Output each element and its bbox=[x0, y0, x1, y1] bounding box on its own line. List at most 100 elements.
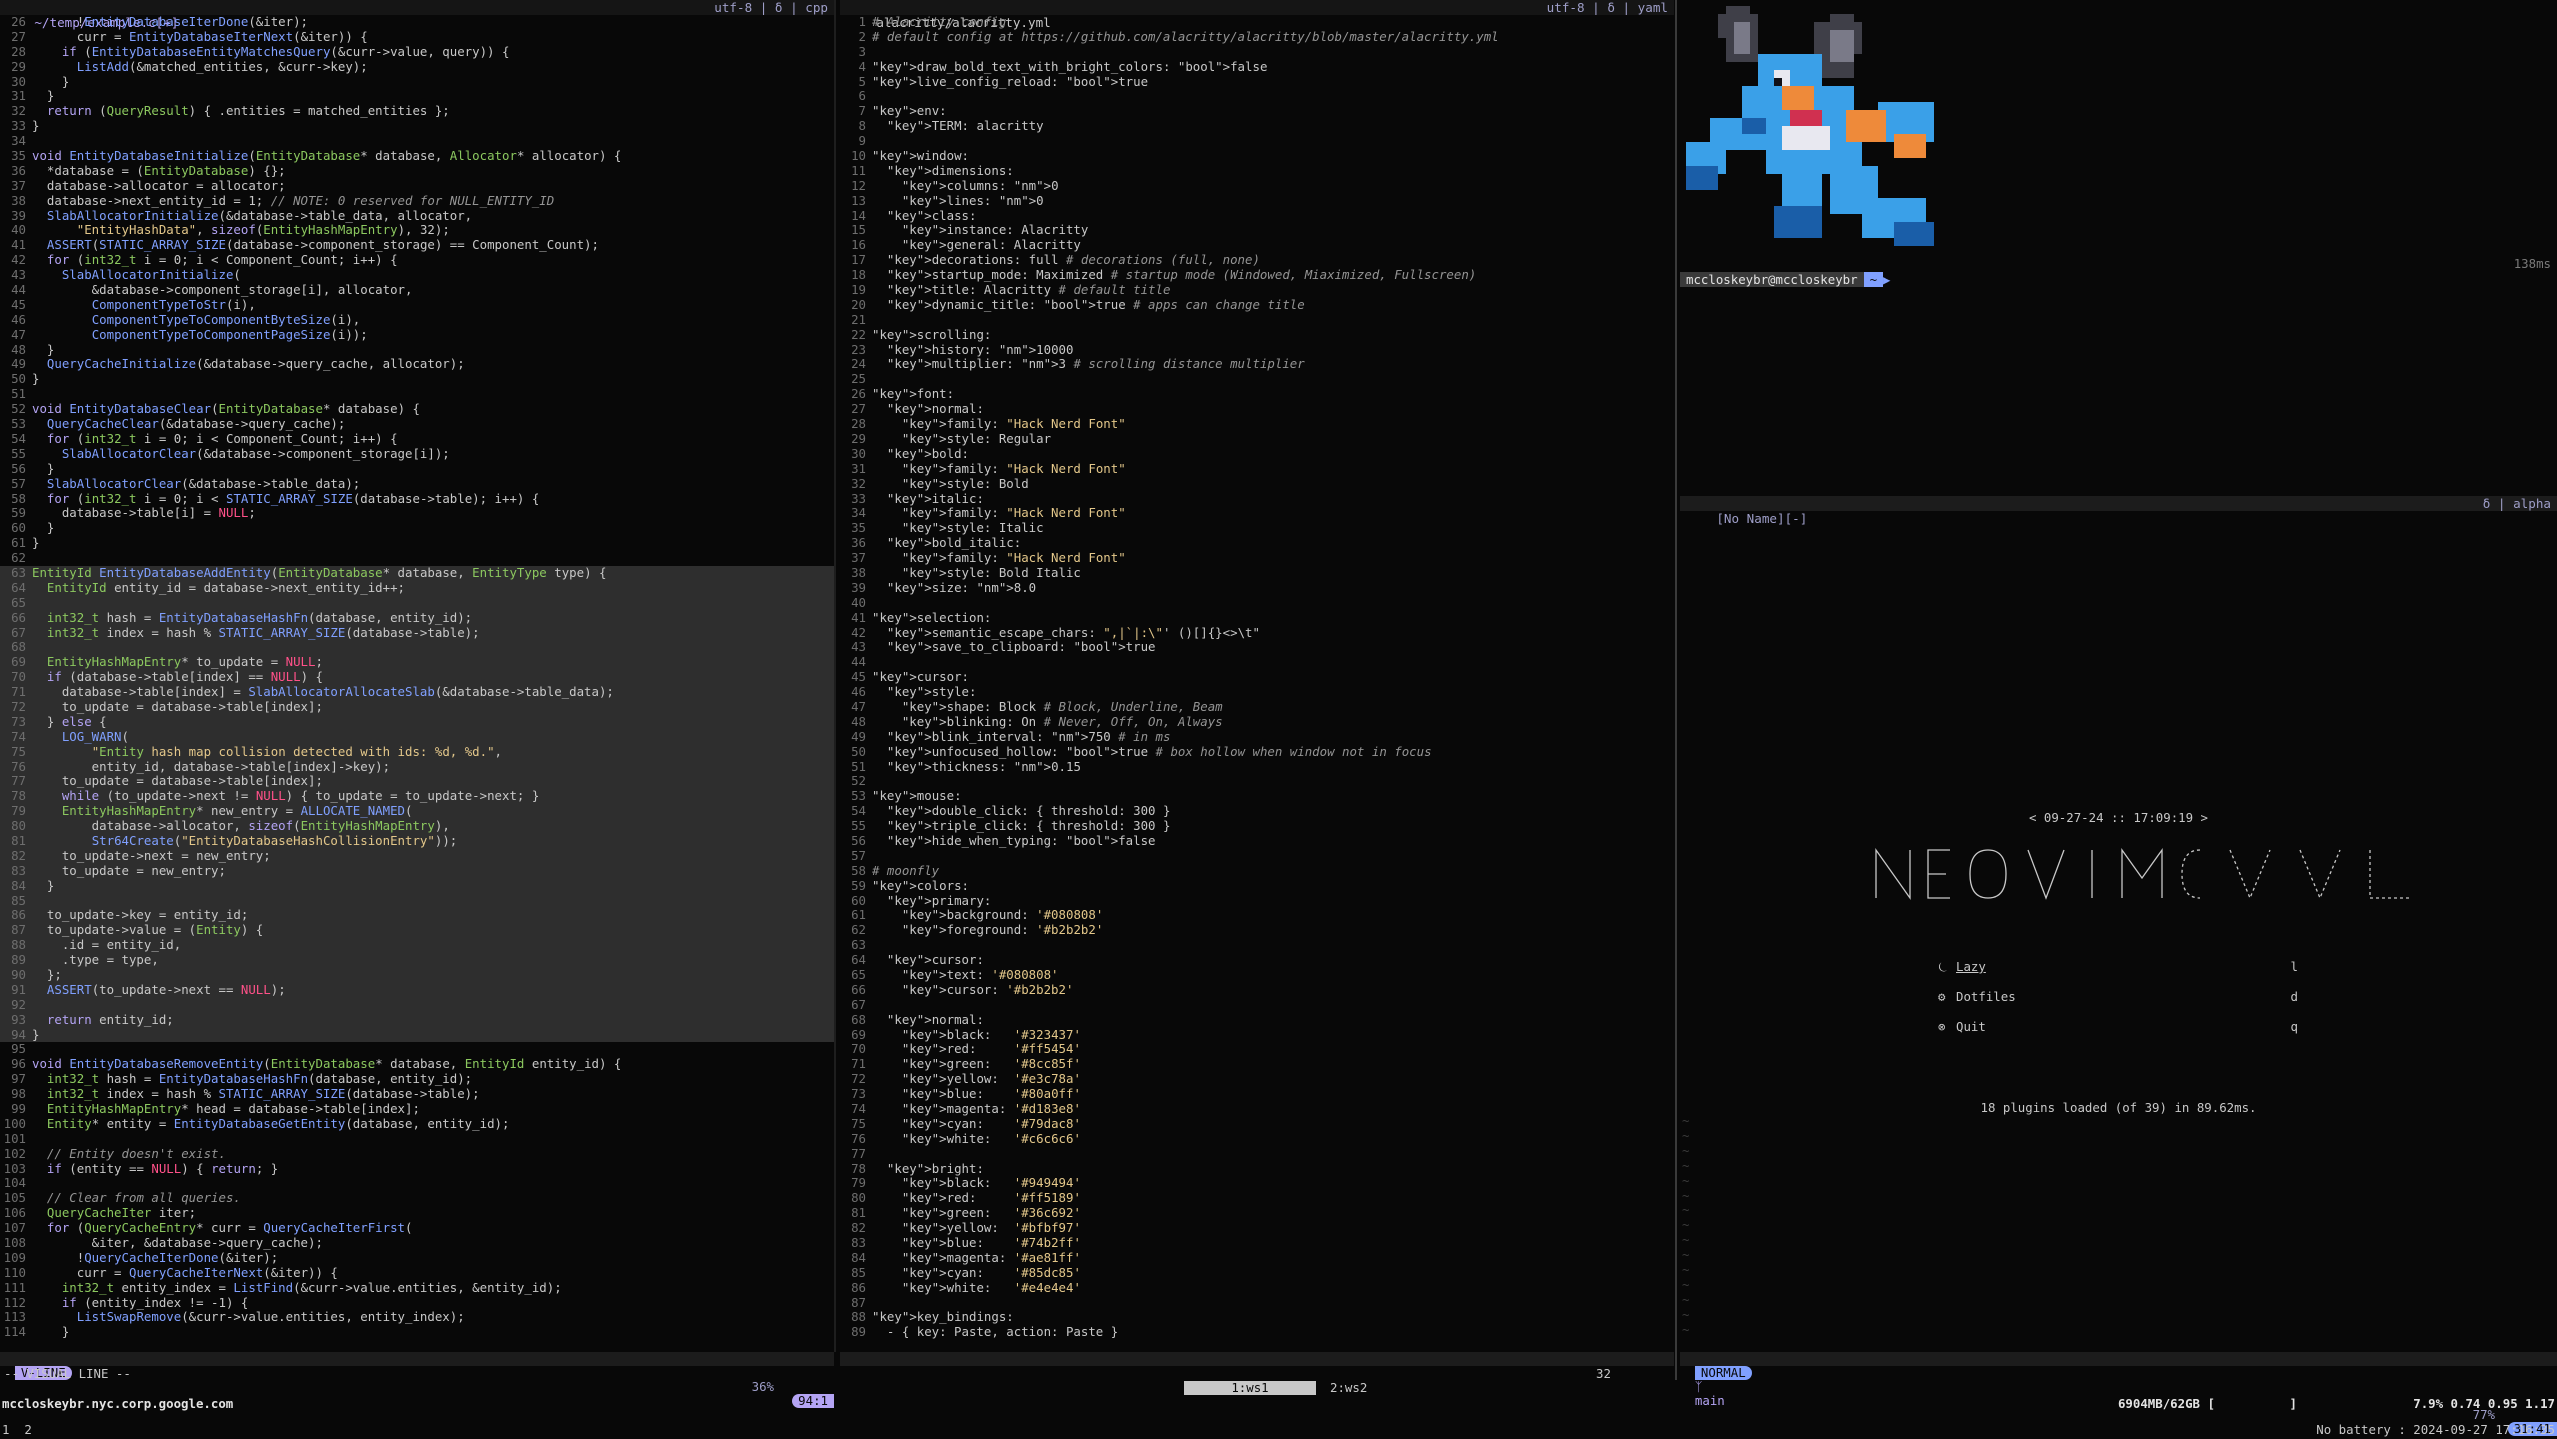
code-line[interactable]: 49 "key">blink_interval: "nm">750 # in m… bbox=[840, 729, 1674, 745]
code-line[interactable]: 112 if (entity_index != -1) { bbox=[0, 1295, 834, 1311]
code-line[interactable]: 44 &database->component_storage[i], allo… bbox=[0, 282, 834, 298]
code-line[interactable]: 58 for (int32_t i = 0; i < STATIC_ARRAY_… bbox=[0, 491, 834, 507]
code-line[interactable]: 48 } bbox=[0, 342, 834, 358]
code-line[interactable]: 52 bbox=[840, 774, 1674, 789]
code-line[interactable]: 69 EntityHashMapEntry* to_update = NULL; bbox=[0, 654, 834, 671]
code-line[interactable]: 28 if (EntityDatabaseEntityMatchesQuery(… bbox=[0, 44, 834, 60]
tag-list[interactable]: 1 2 bbox=[2, 1422, 32, 1437]
code-line[interactable]: 8 "key">TERM: alacritty bbox=[840, 118, 1674, 134]
code-line[interactable]: 70 "key">red: '#ff5454' bbox=[840, 1042, 1674, 1057]
code-line[interactable]: 93 return entity_id; bbox=[0, 1012, 834, 1028]
code-line[interactable]: 67 bbox=[840, 997, 1674, 1013]
code-line[interactable]: 80 "key">red: '#ff5189' bbox=[840, 1190, 1674, 1206]
code-line[interactable]: 59 database->table[i] = NULL; bbox=[0, 505, 834, 521]
code-line[interactable]: 5 "key">live_config_reload: "bool">true bbox=[840, 74, 1674, 90]
code-line[interactable]: 82 "key">yellow: '#bfbf97' bbox=[840, 1220, 1674, 1236]
code-line[interactable]: 82 to_update->next = new_entry; bbox=[0, 848, 834, 864]
code-line[interactable]: 25 bbox=[840, 371, 1674, 387]
code-line[interactable]: 35 void EntityDatabaseInitialize(EntityDa… bbox=[0, 148, 834, 164]
code-line[interactable]: 72 to_update = database->table[index]; bbox=[0, 699, 834, 715]
code-line[interactable]: 1 # Alacritty config bbox=[840, 14, 1674, 30]
code-line[interactable]: 102 // Entity doesn't exist. bbox=[0, 1146, 834, 1162]
code-line[interactable]: 83 "key">blue: '#74b2ff' bbox=[840, 1235, 1674, 1251]
terminal-pane[interactable]: 138ms mccloskeybr@mccloskeybr ~ ▶ bbox=[1680, 0, 2557, 490]
code-line[interactable]: 104 bbox=[0, 1176, 834, 1191]
code-line[interactable]: 26 "key">font: bbox=[840, 386, 1674, 402]
code-line[interactable]: 15 "key">instance: Alacritty bbox=[840, 223, 1674, 238]
code-line[interactable]: 4 "key">draw_bold_text_with_bright_colors… bbox=[840, 59, 1674, 75]
code-line[interactable]: 46 "key">style: bbox=[840, 684, 1674, 700]
code-line[interactable]: 12 "key">columns: "nm">0 bbox=[840, 178, 1674, 194]
code-line[interactable]: 55 SlabAllocatorClear(&database->compone… bbox=[0, 446, 834, 462]
code-line[interactable]: 3 bbox=[840, 44, 1674, 60]
code-line[interactable]: 60 "key">primary: bbox=[840, 893, 1674, 909]
code-line[interactable]: 41 ASSERT(STATIC_ARRAY_SIZE(database->co… bbox=[0, 237, 834, 253]
code-line[interactable]: 14 "key">class: bbox=[840, 208, 1674, 224]
code-line[interactable]: 38 "key">style: Bold Italic bbox=[840, 565, 1674, 581]
code-line[interactable]: 2 # default config at https://github.com/… bbox=[840, 29, 1674, 45]
code-line[interactable]: 72 "key">yellow: '#e3c78a' bbox=[840, 1071, 1674, 1087]
code-line[interactable]: 18 "key">startup_mode: Maximized # start… bbox=[840, 267, 1674, 283]
code-line[interactable]: 10 "key">window: bbox=[840, 148, 1674, 164]
code-line[interactable]: 7 "key">env: bbox=[840, 103, 1674, 119]
code-line[interactable]: 95 bbox=[0, 1042, 834, 1057]
dashboard-item-dotfiles[interactable]: ⚙ Dotfiles d bbox=[1938, 990, 2298, 1020]
code-line[interactable]: 30 "key">bold: bbox=[840, 446, 1674, 462]
code-line[interactable]: 28 "key">family: "Hack Nerd Font" bbox=[840, 416, 1674, 432]
code-line[interactable]: 107 for (QueryCacheEntry* curr = QueryCa… bbox=[0, 1220, 834, 1236]
code-line[interactable]: 37 database->allocator = allocator; bbox=[0, 178, 834, 194]
code-line[interactable]: 87 bbox=[840, 1295, 1674, 1311]
code-line[interactable]: 17 "key">decorations: full # decorations… bbox=[840, 252, 1674, 268]
code-line[interactable]: 67 int32_t index = hash % STATIC_ARRAY_S… bbox=[0, 625, 834, 641]
code-line[interactable]: 57 SlabAllocatorClear(&database->table_d… bbox=[0, 476, 834, 492]
code-line[interactable]: 84 "key">magenta: '#ae81ff' bbox=[840, 1250, 1674, 1266]
code-line[interactable]: 29 ListAdd(&matched_entities, &curr->key… bbox=[0, 59, 834, 75]
code-line[interactable]: 48 "key">blinking: On # Never, Off, On, … bbox=[840, 714, 1674, 730]
code-line[interactable]: 56 "key">hide_when_typing: "bool">false bbox=[840, 833, 1674, 849]
code-line[interactable]: 54 "key">double_click: { threshold: 300 … bbox=[840, 803, 1674, 819]
code-line[interactable]: 30 } bbox=[0, 74, 834, 90]
code-line[interactable]: 16 "key">general: Alacritty bbox=[840, 237, 1674, 253]
yaml-editor-pane[interactable]: alacritty/alacritty.yml utf-8 | δ | yaml… bbox=[840, 0, 1674, 1352]
code-line[interactable]: 35 "key">style: Italic bbox=[840, 520, 1674, 536]
code-line[interactable]: 81 Str64Create("EntityDatabaseHashCollis… bbox=[0, 833, 834, 849]
code-line[interactable]: 111 int32_t entity_index = ListFind(&cur… bbox=[0, 1280, 834, 1296]
code-line[interactable]: 61 "key">background: '#080808' bbox=[840, 907, 1674, 923]
code-line[interactable]: 43 "key">save_to_clipboard: "bool">true bbox=[840, 639, 1674, 655]
code-line[interactable]: 114 } bbox=[0, 1324, 834, 1340]
code-line[interactable]: 76 entity_id, database->table[index]->ke… bbox=[0, 759, 834, 775]
code-line[interactable]: 81 "key">green: '#36c692' bbox=[840, 1205, 1674, 1221]
code-line[interactable]: 89 .type = type, bbox=[0, 952, 834, 968]
code-line[interactable]: 46 ComponentTypeToComponentByteSize(i), bbox=[0, 312, 834, 328]
code-line[interactable]: 40 bbox=[840, 595, 1674, 611]
code-line[interactable]: 32 return (QueryResult) { .entities = ma… bbox=[0, 103, 834, 119]
code-line[interactable]: 100 Entity* entity = EntityDatabaseGetEn… bbox=[0, 1116, 834, 1132]
code-line[interactable]: 94} bbox=[0, 1027, 834, 1043]
code-line[interactable]: 108 &iter, &database->query_cache); bbox=[0, 1235, 834, 1251]
code-line[interactable]: 66 int32_t hash = EntityDatabaseHashFn(d… bbox=[0, 610, 834, 626]
code-line[interactable]: 69 "key">black: '#323437' bbox=[840, 1027, 1674, 1043]
code-line[interactable]: 21 bbox=[840, 312, 1674, 328]
code-line[interactable]: 77 bbox=[840, 1146, 1674, 1162]
code-line[interactable]: 79 "key">black: '#949494' bbox=[840, 1176, 1674, 1191]
code-line[interactable]: 29 "key">style: Regular bbox=[840, 431, 1674, 447]
code-line[interactable]: 113 ListSwapRemove(&curr->value.entities… bbox=[0, 1310, 834, 1325]
code-line[interactable]: 51 bbox=[0, 386, 834, 402]
code-line[interactable]: 40 "EntityHashData", sizeof(EntityHashMa… bbox=[0, 223, 834, 238]
code-line[interactable]: 64 "key">cursor: bbox=[840, 952, 1674, 968]
yaml-lines[interactable]: 1 # Alacritty config 2 # default config at … bbox=[840, 14, 1674, 1340]
code-line[interactable]: 57 bbox=[840, 848, 1674, 864]
code-line[interactable]: 80 database->allocator, sizeof(EntityHas… bbox=[0, 818, 834, 834]
pane-divider[interactable] bbox=[1675, 0, 1677, 1380]
code-line[interactable]: 73 "key">blue: '#80a0ff' bbox=[840, 1086, 1674, 1102]
code-line[interactable]: 78 while (to_update->next != NULL) { to_… bbox=[0, 788, 834, 805]
code-line[interactable]: 65 "key">text: '#080808' bbox=[840, 967, 1674, 983]
code-line[interactable]: 42 "key">semantic_escape_chars: ",|`|:\"… bbox=[840, 625, 1674, 641]
code-line[interactable]: 62 bbox=[0, 550, 834, 566]
code-line[interactable]: 110 curr = QueryCacheIterNext(&iter)) { bbox=[0, 1265, 834, 1281]
code-line[interactable]: 65 bbox=[0, 595, 834, 611]
code-line[interactable]: 27 "key">normal: bbox=[840, 401, 1674, 417]
code-line[interactable]: 63 bbox=[840, 937, 1674, 953]
dashboard-item-lazy[interactable]: ⏾ Lazy l bbox=[1938, 960, 2298, 990]
code-line[interactable]: 56 } bbox=[0, 461, 834, 477]
